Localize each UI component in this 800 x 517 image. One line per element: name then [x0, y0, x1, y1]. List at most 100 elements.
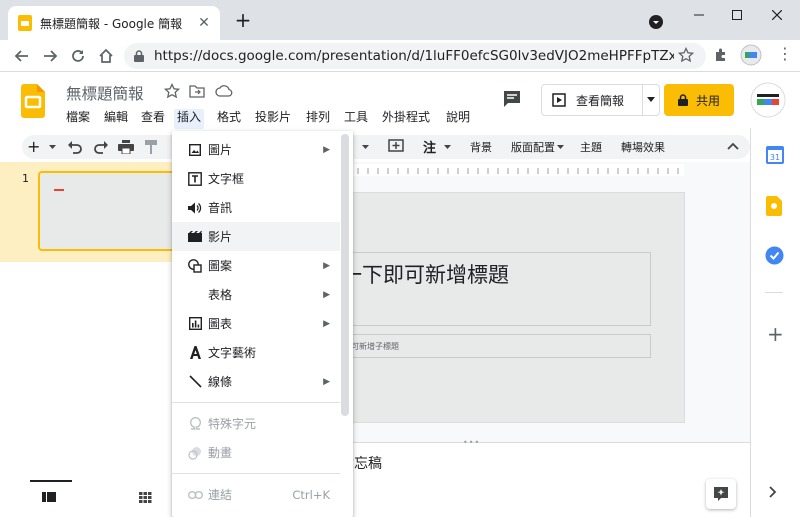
- collapse-toolbar-icon[interactable]: [727, 142, 739, 150]
- background-button[interactable]: 背景: [470, 139, 492, 155]
- present-icon: [552, 93, 566, 107]
- share-button[interactable]: 共用: [664, 84, 734, 116]
- profile-avatar-icon[interactable]: [740, 44, 762, 66]
- submenu-arrow-icon: ▶: [323, 376, 330, 387]
- print-icon[interactable]: [118, 140, 134, 154]
- bookmark-star-icon[interactable]: [678, 47, 694, 63]
- menu-addons[interactable]: 外掛程式: [379, 109, 433, 129]
- svg-text:31: 31: [770, 153, 780, 162]
- insert-line-item[interactable]: 線條 ▶: [172, 367, 340, 396]
- add-comment-icon[interactable]: [388, 139, 404, 155]
- insert-table-item[interactable]: 表格 ▶: [172, 280, 340, 309]
- reload-icon[interactable]: [66, 44, 90, 68]
- calendar-icon[interactable]: 31: [766, 146, 784, 164]
- note-dropdown-icon[interactable]: [444, 145, 451, 150]
- menu-file[interactable]: 檔案: [63, 109, 93, 129]
- forward-arrow-icon[interactable]: [38, 44, 62, 68]
- side-panel-divider: [765, 292, 783, 293]
- menu-arrange[interactable]: 排列: [303, 109, 333, 129]
- title-placeholder[interactable]: 一下即可新增標題: [340, 252, 651, 326]
- browser-tab[interactable]: 無標題簡報 - Google 簡報 ✕: [8, 6, 220, 40]
- menu-slide[interactable]: 投影片: [252, 109, 294, 129]
- resize-handle-icon[interactable]: •••: [463, 438, 480, 447]
- menu-help[interactable]: 說明: [443, 109, 473, 129]
- menu-separator: [172, 473, 340, 474]
- back-arrow-icon[interactable]: [10, 44, 34, 68]
- browser-tab-title: 無標題簡報 - Google 簡報: [40, 16, 183, 31]
- audio-icon: [184, 202, 206, 214]
- grid-view-icon[interactable]: [139, 492, 152, 503]
- share-label: 共用: [695, 93, 720, 108]
- document-title[interactable]: 無標題簡報: [66, 82, 144, 104]
- submenu-arrow-icon: ▶: [323, 144, 330, 155]
- insert-audio-item[interactable]: 音訊: [172, 193, 340, 222]
- filmstrip-view-icon[interactable]: [42, 492, 56, 502]
- add-addon-icon[interactable]: +: [767, 324, 784, 344]
- slides-favicon-icon: [18, 15, 32, 31]
- star-document-icon[interactable]: [164, 83, 180, 99]
- menu-tools[interactable]: 工具: [341, 109, 371, 129]
- undo-icon[interactable]: [67, 140, 83, 154]
- menu-format[interactable]: 格式: [214, 109, 244, 129]
- expand-panel-icon[interactable]: [769, 486, 777, 498]
- insert-special-char-item: 特殊字元: [172, 409, 340, 438]
- comments-icon[interactable]: [503, 90, 521, 108]
- new-slide-dropdown-icon[interactable]: [49, 145, 56, 150]
- submenu-arrow-icon: ▶: [323, 318, 330, 329]
- insert-video-item[interactable]: 影片: [172, 222, 340, 251]
- home-icon[interactable]: [94, 44, 118, 68]
- menu-insert[interactable]: 插入: [174, 109, 205, 129]
- insert-chart-item[interactable]: 圖表 ▶: [172, 309, 340, 338]
- thumbnail-accent: [54, 189, 64, 191]
- extensions-icon[interactable]: [713, 47, 729, 63]
- paint-format-icon[interactable]: [145, 140, 157, 154]
- profile-dropdown-icon[interactable]: [648, 14, 664, 30]
- slide-thumbnail[interactable]: [38, 171, 178, 251]
- subtitle-placeholder[interactable]: 可新增子標題: [340, 334, 651, 358]
- insert-link-item: 連結 Ctrl+K: [172, 480, 340, 509]
- insert-shape-item[interactable]: 圖案 ▶: [172, 251, 340, 280]
- lock-icon: [677, 94, 688, 106]
- window-close-icon[interactable]: [758, 0, 796, 30]
- menu-separator: [172, 402, 340, 403]
- insert-image-item[interactable]: 圖片 ▶: [172, 135, 340, 164]
- slide-number: 1: [22, 172, 29, 185]
- minimize-icon[interactable]: [680, 0, 718, 30]
- transition-button[interactable]: 轉場效果: [621, 139, 665, 155]
- redo-icon[interactable]: [93, 140, 109, 154]
- cloud-saved-icon: [215, 83, 233, 99]
- present-button[interactable]: 查看簡報: [541, 84, 643, 116]
- wordart-icon: [184, 346, 206, 359]
- layout-button[interactable]: 版面配置: [511, 139, 555, 155]
- browser-menu-icon[interactable]: ⋮: [777, 45, 793, 63]
- line-icon: [184, 375, 206, 388]
- omnibox[interactable]: https://docs.google.com/presentation/d/1…: [124, 43, 706, 69]
- url-text: https://docs.google.com/presentation/d/1…: [154, 48, 674, 64]
- new-slide-icon[interactable]: +: [27, 138, 40, 156]
- submenu-arrow-icon: ▶: [323, 260, 330, 271]
- theme-button[interactable]: 主題: [580, 139, 602, 155]
- layout-dropdown-icon[interactable]: [557, 145, 564, 150]
- explore-button[interactable]: [706, 479, 736, 509]
- lock-icon: [134, 50, 144, 62]
- special-char-icon: [184, 417, 206, 430]
- close-tab-icon[interactable]: ✕: [196, 15, 212, 31]
- tasks-icon[interactable]: [765, 246, 784, 265]
- new-tab-icon[interactable]: +: [232, 10, 254, 32]
- maximize-icon[interactable]: [718, 0, 756, 30]
- menu-scrollbar[interactable]: [341, 134, 349, 416]
- note-tool[interactable]: 注: [423, 137, 436, 156]
- keep-icon[interactable]: [766, 196, 782, 216]
- menu-edit[interactable]: 編輯: [101, 109, 131, 129]
- animation-icon: [184, 446, 206, 460]
- filmstrip-view-indicator: [30, 480, 72, 482]
- insert-textbox-item[interactable]: 文字框: [172, 164, 340, 193]
- slides-logo-icon[interactable]: [21, 84, 45, 118]
- insert-wordart-item[interactable]: 文字藝術: [172, 338, 340, 367]
- shape-dropdown-icon[interactable]: [362, 145, 369, 150]
- link-icon: [184, 490, 206, 499]
- present-options-dropdown[interactable]: [642, 84, 660, 116]
- menu-view[interactable]: 查看: [138, 109, 168, 129]
- move-folder-icon[interactable]: [189, 83, 205, 99]
- account-avatar-icon[interactable]: [750, 82, 786, 118]
